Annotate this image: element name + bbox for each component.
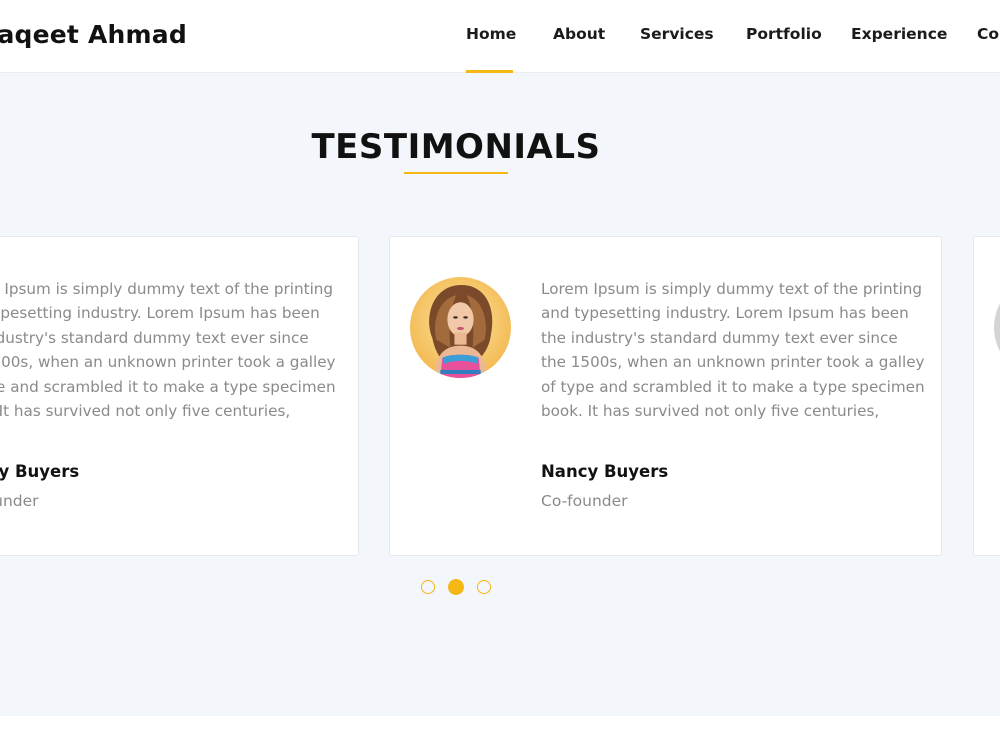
testimonial-name: Nancy Buyers — [541, 462, 669, 481]
carousel-dot-2[interactable] — [448, 579, 464, 595]
testimonial-quote: Lorem Ipsum is simply dummy text of the … — [541, 280, 925, 421]
nav-item-contact[interactable]: Contact — [977, 25, 1000, 43]
testimonials-section: TESTIMONIALS Lorem Ipsum is simply dummy… — [0, 73, 1000, 716]
testimonial-name: Nancy Buyers — [0, 462, 80, 481]
avatar-portrait-image — [410, 277, 511, 378]
avatar — [994, 277, 1000, 378]
nav-item-portfolio[interactable]: Portfolio — [746, 25, 822, 43]
nav-item-home[interactable]: Home — [466, 25, 516, 43]
nav-item-services[interactable]: Services — [640, 25, 714, 43]
testimonial-card-next — [973, 236, 1000, 556]
avatar — [410, 277, 511, 378]
testimonial-card-previous: Lorem Ipsum is simply dummy text of the … — [0, 236, 359, 556]
brand-logo-text[interactable]: Raqeet Ahmad — [0, 20, 187, 49]
testimonial-card-active: Lorem Ipsum is simply dummy text of the … — [389, 236, 942, 556]
nav-item-about[interactable]: About — [553, 25, 605, 43]
nav-item-experience[interactable]: Experience — [851, 25, 947, 43]
section-title: TESTIMONIALS — [311, 127, 601, 167]
carousel-pagination — [0, 579, 1000, 600]
testimonial-role: Co-founder — [541, 492, 628, 510]
testimonial-quote: Lorem Ipsum is simply dummy text of the … — [0, 280, 336, 421]
title-underline — [404, 172, 508, 174]
site-header: Raqeet Ahmad Home About Services Portfol… — [0, 0, 1000, 73]
carousel-dot-1[interactable] — [421, 580, 435, 594]
carousel-dot-3[interactable] — [477, 580, 491, 594]
testimonial-role: Co-founder — [0, 492, 39, 510]
